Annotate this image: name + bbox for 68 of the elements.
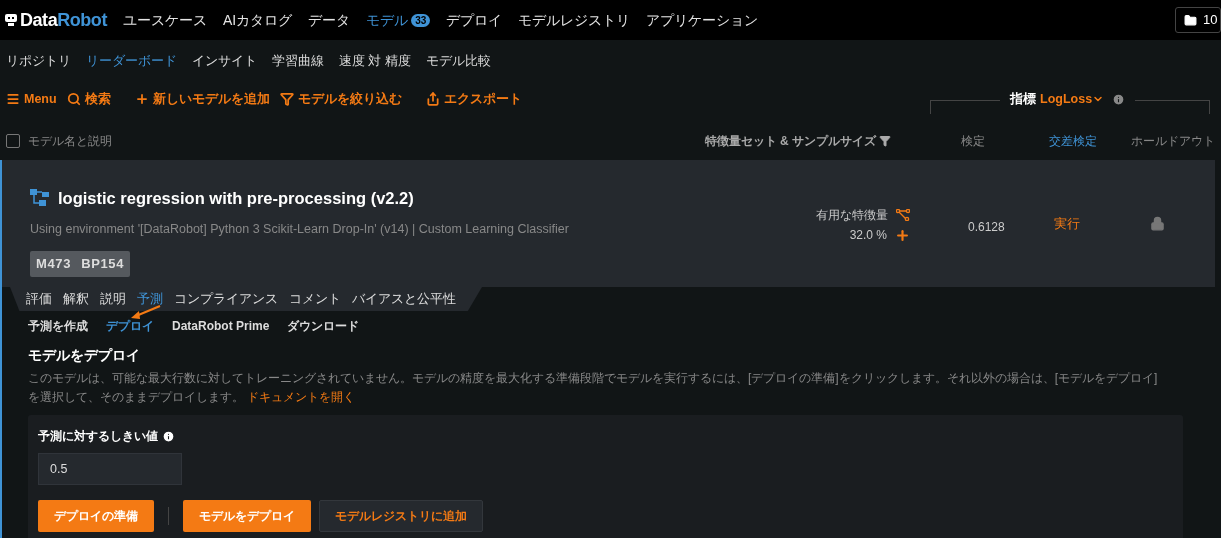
- nav-tab[interactable]: デプロイ: [438, 9, 511, 31]
- model-tab[interactable]: 解釈: [63, 289, 89, 309]
- threshold-label: 予測に対するしきい値: [38, 428, 158, 445]
- select-all-checkbox[interactable]: [6, 134, 20, 148]
- subnav-tab[interactable]: モデル比較: [425, 51, 491, 71]
- model-tab[interactable]: 予測: [137, 289, 163, 309]
- subnav-tab[interactable]: リーダーボード: [86, 51, 177, 71]
- network-icon: [896, 209, 910, 221]
- subtab[interactable]: デプロイ: [106, 319, 154, 333]
- model-tab[interactable]: 説明: [100, 289, 126, 309]
- metric-label: 指標: [1010, 91, 1036, 108]
- model-tab[interactable]: 評価: [26, 289, 52, 309]
- menu-icon: [6, 92, 20, 107]
- subnav-tab[interactable]: 速度 対 精度: [339, 51, 411, 71]
- nav-tab[interactable]: モデル 33: [358, 9, 439, 31]
- threshold-field[interactable]: 0.5: [38, 453, 182, 485]
- nav-tab[interactable]: データ: [300, 9, 359, 31]
- subtab[interactable]: 予測を作成: [28, 319, 88, 333]
- toolbar-button[interactable]: Menu: [6, 90, 57, 109]
- model-tab[interactable]: コメント: [289, 289, 341, 309]
- toolbar-button[interactable]: モデルを絞り込む: [279, 90, 402, 109]
- model-title[interactable]: logistic regression with pre-processing (v2.2): [58, 186, 414, 211]
- subtab[interactable]: DataRobot Prime: [172, 319, 270, 333]
- sample-size: 32.0 %: [849, 227, 887, 244]
- nav-tab[interactable]: アプリケーション: [638, 9, 767, 31]
- validation-score: 0.6128: [968, 219, 1006, 236]
- section-description: このモデルは、可能な最大行数に対してトレーニングされていません。モデルの精度を最大化する準備段階でモデルを実行するには、[デプロイの準備]をクリックします。それ以外の場合は、[モデルをデプロイ]を選択して、そのままデプロイします。 ドキュメントを開く: [28, 370, 1159, 406]
- model-tab[interactable]: バイアスと公平性: [352, 289, 456, 309]
- subnav-tab[interactable]: 学習曲線: [272, 51, 324, 71]
- nav-tab[interactable]: モデルレジストリ: [510, 9, 639, 31]
- search-icon: [66, 92, 81, 107]
- nav-tab[interactable]: AIカタログ: [214, 9, 301, 31]
- model-description: Using environment '[DataRobot] Python 3 Scikit-Learn Drop-In' (v14) | Custom Learning Classifier: [30, 220, 569, 238]
- filter-icon: [879, 135, 891, 147]
- section-title: モデルをデプロイ: [28, 346, 141, 365]
- brand-logo[interactable]: DataRobot: [20, 6, 107, 34]
- annotation-arrow: [130, 304, 162, 320]
- column-header: モデル名と説明: [28, 133, 112, 150]
- column-header[interactable]: 特徴量セット & サンプルサイズ: [704, 132, 891, 150]
- model-tab[interactable]: コンプライアンス: [174, 289, 278, 309]
- blueprint-icon: [30, 189, 50, 208]
- subtab[interactable]: ダウンロード: [287, 319, 360, 333]
- export-icon: [425, 92, 440, 107]
- model-row[interactable]: logistic regression with pre-processing (v2.2) Using environment '[DataRobot] Python 3 Scikit-Learn Drop-In' (v14) | Custom Learning Classifier M473 BP154 有用な特徴量 32.0 % 0.6128 実行: [2, 160, 1215, 287]
- run-link[interactable]: 実行: [1054, 214, 1144, 234]
- count-badge: 33: [411, 13, 431, 27]
- plus-icon[interactable]: [895, 227, 910, 243]
- plus-icon: [134, 92, 149, 107]
- subnav-tab[interactable]: リポジトリ: [6, 51, 71, 71]
- docs-link[interactable]: ドキュメントを開く: [247, 390, 356, 404]
- feature-set-label: 有用な特徴量: [816, 207, 888, 224]
- toolbar-button[interactable]: 新しいモデルを追加: [134, 90, 270, 109]
- column-header[interactable]: 検定: [961, 132, 1021, 150]
- column-header[interactable]: ホールドアウト: [1131, 132, 1215, 150]
- info-icon: [162, 429, 175, 443]
- model-tag: M473: [36, 253, 72, 274]
- project-button[interactable]: 10: [1175, 7, 1221, 33]
- nav-tab[interactable]: ユースケース: [114, 9, 215, 31]
- subnav-tab[interactable]: インサイト: [192, 51, 257, 71]
- filter-icon: [279, 92, 294, 107]
- toolbar-button[interactable]: エクスポート: [425, 90, 522, 109]
- toolbar-button[interactable]: 検索: [66, 90, 111, 109]
- robot-logo-icon: [4, 13, 18, 27]
- folder-icon: [1184, 13, 1197, 27]
- column-header[interactable]: 交差検定: [1049, 132, 1097, 150]
- metric-dropdown[interactable]: LogLoss: [1040, 90, 1105, 109]
- model-tag: BP154: [81, 253, 125, 274]
- secondary-button[interactable]: モデルレジストリに追加: [319, 500, 483, 532]
